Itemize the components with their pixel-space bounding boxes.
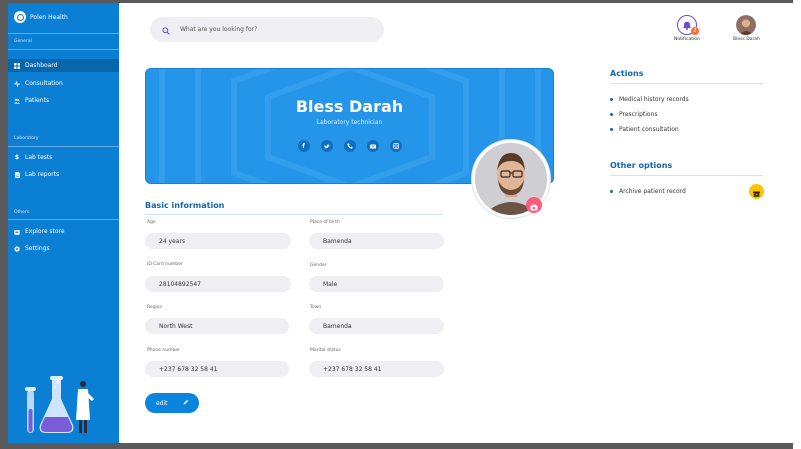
user-name-label: Bless Darah <box>733 37 760 42</box>
edit-button[interactable]: edit <box>145 393 199 413</box>
divider <box>8 49 119 50</box>
region-field[interactable]: North West <box>145 318 289 334</box>
grid-icon <box>14 62 20 69</box>
divider <box>8 219 119 220</box>
user-menu[interactable]: Bless Darah <box>733 15 760 42</box>
search-input[interactable] <box>178 25 362 34</box>
sidebar-item-label: Lab reports <box>25 171 60 178</box>
field-label-region: Region <box>147 305 163 310</box>
sidebar-item-explore-store[interactable]: Explore store <box>8 225 119 238</box>
document-icon <box>14 171 20 178</box>
edit-button-label: edit <box>156 399 168 407</box>
gear-icon <box>14 245 20 252</box>
gender-field[interactable]: Male <box>309 276 444 292</box>
field-label-marital-status: Marital status <box>310 348 341 353</box>
twitter-icon[interactable] <box>320 140 333 152</box>
sidebar-item-consultation[interactable]: Consultation <box>8 77 119 90</box>
age-field[interactable]: 24 years <box>145 233 291 249</box>
app-window: Polen Health General Dashboard Consultat… <box>8 3 793 443</box>
facebook-icon[interactable]: f <box>297 140 310 152</box>
field-label-gender: Gender <box>310 263 327 268</box>
action-prescriptions[interactable]: Prescriptions <box>610 111 658 118</box>
sidebar-item-label: Lab tests <box>25 154 53 161</box>
field-label-age: Age <box>147 220 156 225</box>
field-label-town: Town <box>310 305 322 310</box>
store-icon <box>14 229 20 235</box>
divider <box>610 83 763 84</box>
instagram-icon[interactable] <box>389 140 402 152</box>
phone-icon[interactable] <box>343 140 356 152</box>
avatar <box>736 15 757 35</box>
section-label-laboratory: Laboratory <box>14 136 39 141</box>
town-field[interactable]: Bamenda <box>309 318 444 334</box>
field-label-place-of-birth: Place of birth <box>310 220 340 225</box>
action-label: Medical history records <box>619 96 689 103</box>
actions-title: Actions <box>610 69 644 78</box>
option-label: Archive patient record <box>619 188 686 195</box>
action-medical-history[interactable]: Medical history records <box>610 96 689 103</box>
basic-information-title: Basic information <box>145 201 225 210</box>
section-label-others: Others <box>14 210 30 215</box>
search-bar[interactable] <box>150 17 384 42</box>
sidebar-item-patients[interactable]: Patients <box>8 94 119 107</box>
pulse-icon <box>14 80 20 87</box>
divider <box>610 175 763 176</box>
archive-button[interactable] <box>749 184 764 199</box>
action-patient-consultation[interactable]: Patient consultation <box>610 126 679 133</box>
sidebar-item-settings[interactable]: Settings <box>8 242 119 255</box>
sidebar-item-label: Explore store <box>25 228 65 235</box>
sidebar-item-lab-reports[interactable]: Lab reports <box>8 168 119 181</box>
pencil-icon <box>183 399 189 407</box>
sidebar-item-label: Consultation <box>25 80 63 87</box>
divider <box>145 214 442 215</box>
notification-button[interactable]: 2 Notification <box>674 15 700 42</box>
archive-icon <box>753 182 760 201</box>
id-card-field[interactable]: 28104892547 <box>145 276 291 292</box>
bullet-icon <box>610 98 613 101</box>
notification-label: Notification <box>674 37 700 42</box>
bullet-icon <box>610 190 613 193</box>
place-of-birth-field[interactable]: Bamenda <box>309 233 444 249</box>
window-edge <box>793 0 801 449</box>
dollar-icon: $ <box>14 154 20 161</box>
bell-icon: 2 <box>676 15 699 35</box>
phone-field[interactable]: +237 678 32 58 41 <box>145 361 289 377</box>
bullet-icon <box>610 128 613 131</box>
notification-count-badge: 2 <box>690 27 699 35</box>
sidebar-item-label: Settings <box>25 245 50 252</box>
action-label: Patient consultation <box>619 126 679 133</box>
brand-logo-icon <box>14 11 26 23</box>
other-options-title: Other options <box>610 161 673 170</box>
search-icon <box>162 20 170 39</box>
option-archive-patient-record[interactable]: Archive patient record <box>610 188 686 195</box>
field-label-phone: Phone number <box>147 348 180 353</box>
action-label: Prescriptions <box>619 111 658 118</box>
sidebar: Polen Health General Dashboard Consultat… <box>8 3 119 443</box>
section-label-general: General <box>14 39 32 44</box>
bullet-icon <box>610 113 613 116</box>
field-label-id-card: ID Card number <box>147 262 183 267</box>
brand-name: Polen Health <box>30 13 68 21</box>
profile-name: Bless Darah <box>295 97 404 116</box>
divider <box>8 146 119 147</box>
sidebar-item-lab-tests[interactable]: $ Lab tests <box>8 151 119 164</box>
sidebar-item-label: Dashboard <box>25 62 58 69</box>
change-photo-button[interactable] <box>526 197 542 213</box>
laboratory-illustration <box>25 376 94 433</box>
profile-role: Laboratory technician <box>316 119 383 126</box>
sidebar-item-label: Patients <box>25 97 50 104</box>
users-icon <box>14 98 20 104</box>
marital-status-field[interactable]: +237 678 32 58 41 <box>309 361 444 377</box>
camera-icon <box>530 196 538 215</box>
sidebar-item-dashboard[interactable]: Dashboard <box>8 59 119 72</box>
divider <box>8 33 119 34</box>
mail-icon[interactable] <box>366 140 379 152</box>
brand[interactable]: Polen Health <box>14 11 68 23</box>
